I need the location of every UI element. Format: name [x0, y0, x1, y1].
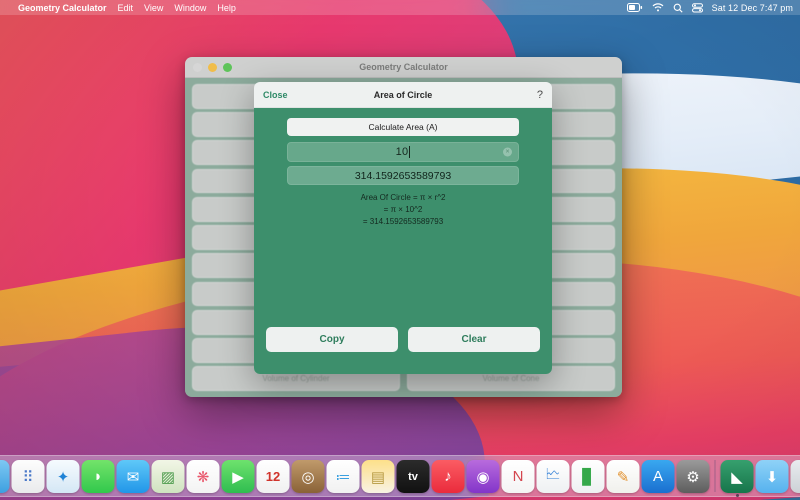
- window-titlebar[interactable]: Geometry Calculator: [185, 57, 622, 78]
- safari-icon[interactable]: ✦: [46, 460, 80, 493]
- dock-item-trash[interactable]: ▯: [790, 460, 800, 493]
- formula-line-1: Area Of Circle = π × r^2: [360, 193, 446, 202]
- menu-item-edit[interactable]: Edit: [118, 3, 134, 13]
- dock-item-geometry-calculator[interactable]: ◣: [720, 460, 754, 497]
- desktop-screen: Geometry Calculator Edit View Window Hel…: [0, 0, 800, 500]
- dock: ☺⠿✦◗✉▨❋▶12◎≔▤tv♪◉N🗠▊✎A⚙ ◣⬇▯: [0, 455, 800, 497]
- formula-explanation: Area Of Circle = π × r^2 = π × 10^2 = 31…: [266, 192, 540, 228]
- dock-item-mail[interactable]: ✉: [116, 460, 150, 493]
- numbers-icon[interactable]: ▊: [571, 460, 605, 493]
- control-center-icon[interactable]: [691, 2, 703, 13]
- pages-icon[interactable]: ✎: [606, 460, 640, 493]
- dock-item-launchpad[interactable]: ⠿: [11, 460, 45, 493]
- copy-button[interactable]: Copy: [266, 327, 398, 352]
- menubar-clock[interactable]: Sat 12 Dec 7:47 pm: [712, 3, 793, 13]
- mail-icon[interactable]: ✉: [116, 460, 150, 493]
- menu-item-view[interactable]: View: [144, 3, 163, 13]
- dock-item-downloads-folder[interactable]: ⬇: [755, 460, 789, 493]
- area-of-circle-sheet: Close Area of Circle ? Calculate Area (A…: [254, 82, 552, 374]
- sheet-header: Close Area of Circle ?: [254, 82, 552, 108]
- music-icon[interactable]: ♪: [431, 460, 465, 493]
- dock-item-keynote[interactable]: 🗠: [536, 460, 570, 493]
- trash-icon[interactable]: ▯: [790, 460, 800, 493]
- system-preferences-icon[interactable]: ⚙: [676, 460, 710, 493]
- dock-item-podcasts[interactable]: ◉: [466, 460, 500, 493]
- dock-item-notes[interactable]: ▤: [361, 460, 395, 493]
- dock-item-safari[interactable]: ✦: [46, 460, 80, 493]
- finder-icon[interactable]: ☺: [0, 460, 10, 493]
- text-caret: [409, 146, 411, 158]
- calendar-icon[interactable]: 12: [256, 460, 290, 493]
- help-icon[interactable]: ?: [537, 89, 543, 101]
- sheet-title: Area of Circle: [373, 89, 433, 100]
- dock-item-system-preferences[interactable]: ⚙: [676, 460, 710, 493]
- window-title: Geometry Calculator: [359, 62, 448, 72]
- running-indicator: [735, 494, 739, 497]
- facetime-icon[interactable]: ▶: [221, 460, 255, 493]
- contacts-icon[interactable]: ◎: [291, 460, 325, 493]
- dock-item-finder[interactable]: ☺: [0, 460, 10, 493]
- clear-button[interactable]: Clear: [408, 327, 540, 352]
- dock-item-app-store[interactable]: A: [641, 460, 675, 493]
- news-icon[interactable]: N: [501, 460, 535, 493]
- maps-icon[interactable]: ▨: [151, 460, 185, 493]
- sheet-action-bar: Copy Clear: [266, 327, 540, 374]
- menu-item-window[interactable]: Window: [174, 3, 206, 13]
- result-field: 314.1592653589793: [287, 166, 519, 185]
- geometry-calculator-icon[interactable]: ◣: [720, 460, 754, 493]
- dock-item-pages[interactable]: ✎: [606, 460, 640, 493]
- dock-item-numbers[interactable]: ▊: [571, 460, 605, 493]
- formula-line-2: = π × 10^2: [383, 205, 423, 214]
- downloads-folder-icon[interactable]: ⬇: [755, 460, 789, 493]
- launchpad-icon[interactable]: ⠿: [11, 460, 45, 493]
- photos-icon[interactable]: ❋: [186, 460, 220, 493]
- menu-app-name[interactable]: Geometry Calculator: [18, 3, 107, 13]
- keynote-icon[interactable]: 🗠: [536, 460, 570, 493]
- apple-tv-icon[interactable]: tv: [396, 460, 430, 493]
- menu-bar: Geometry Calculator Edit View Window Hel…: [0, 0, 800, 15]
- dock-item-facetime[interactable]: ▶: [221, 460, 255, 493]
- dock-item-photos[interactable]: ❋: [186, 460, 220, 493]
- dock-item-news[interactable]: N: [501, 460, 535, 493]
- dock-item-reminders[interactable]: ≔: [326, 460, 360, 493]
- search-icon[interactable]: [673, 3, 683, 13]
- radius-input-value: 10: [395, 146, 409, 158]
- app-store-icon[interactable]: A: [641, 460, 675, 493]
- formula-line-3: = 314.1592653589793: [362, 217, 444, 226]
- clear-field-icon[interactable]: ×: [503, 147, 512, 157]
- radius-input[interactable]: 10 ×: [287, 142, 519, 162]
- wifi-icon[interactable]: [652, 3, 664, 12]
- sheet-body: Calculate Area (A) 10 × 314.159265358979…: [254, 108, 552, 374]
- notes-icon[interactable]: ▤: [361, 460, 395, 493]
- dock-item-contacts[interactable]: ◎: [291, 460, 325, 493]
- dock-item-messages[interactable]: ◗: [81, 460, 115, 493]
- reminders-icon[interactable]: ≔: [326, 460, 360, 493]
- menu-item-help[interactable]: Help: [217, 3, 236, 13]
- dock-item-music[interactable]: ♪: [431, 460, 465, 493]
- dock-separator: [714, 460, 716, 492]
- dock-item-calendar[interactable]: 12: [256, 460, 290, 493]
- dock-item-maps[interactable]: ▨: [151, 460, 185, 493]
- messages-icon[interactable]: ◗: [81, 460, 115, 493]
- battery-icon[interactable]: [626, 3, 643, 12]
- dock-item-apple-tv[interactable]: tv: [396, 460, 430, 493]
- calculate-area-button[interactable]: Calculate Area (A): [287, 118, 519, 136]
- podcasts-icon[interactable]: ◉: [466, 460, 500, 493]
